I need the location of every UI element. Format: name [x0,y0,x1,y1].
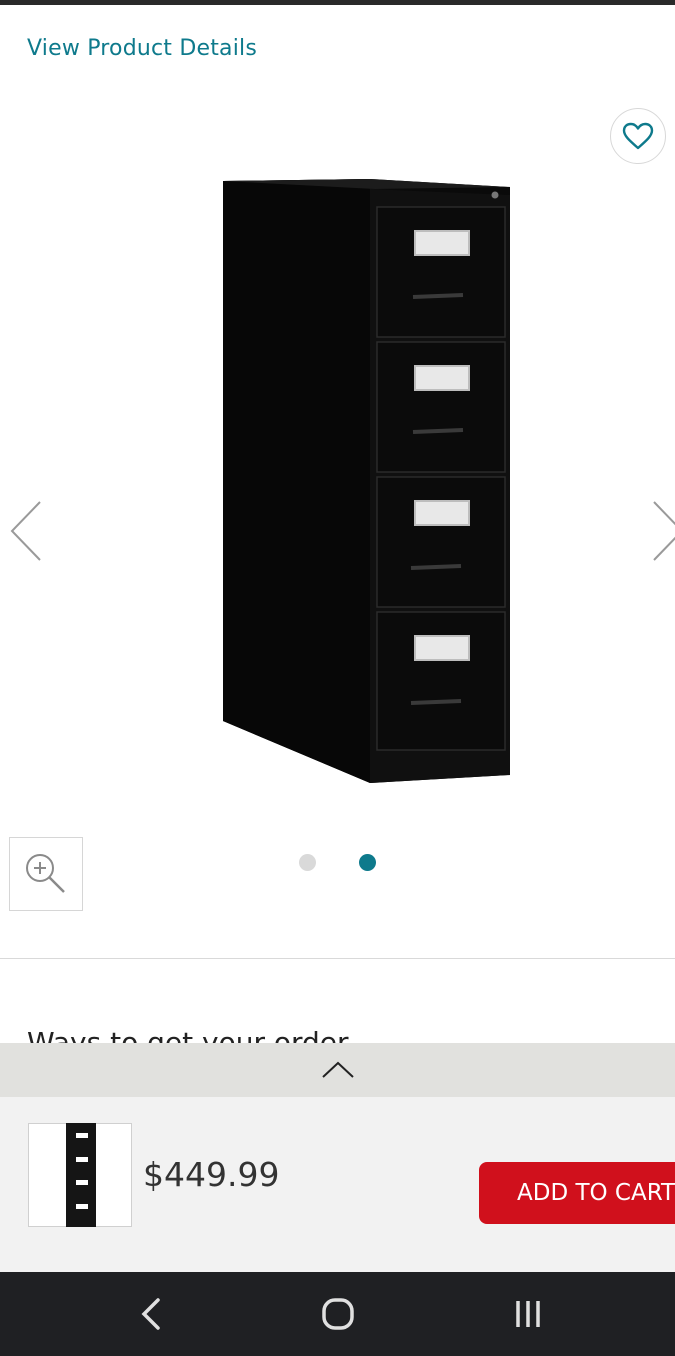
zoom-in-icon [26,854,65,893]
sticky-cart-panel: $449.99 ADD TO CART [0,1097,675,1272]
carousel-dot-2-active[interactable] [359,854,376,871]
carousel-dot-1[interactable] [299,854,316,871]
previous-image-button[interactable] [8,500,44,562]
recents-button[interactable] [508,1294,548,1334]
status-bar-edge [0,0,675,5]
back-icon [141,1298,160,1330]
product-thumbnail[interactable] [28,1123,132,1227]
favorite-button[interactable] [610,108,666,164]
back-button[interactable] [130,1294,170,1334]
home-icon [322,1298,354,1330]
filing-cabinet-thumbnail-image [66,1123,96,1227]
recents-icon [516,1301,540,1327]
chevron-left-icon [10,501,41,561]
product-price: $449.99 [143,1155,280,1194]
section-divider [0,958,675,959]
view-product-details-link[interactable]: View Product Details [27,36,257,61]
chevron-right-icon [653,501,675,561]
heart-icon [622,122,654,150]
home-button[interactable] [318,1294,358,1334]
add-to-cart-button[interactable]: ADD TO CART [479,1162,675,1224]
product-image-filing-cabinet[interactable] [215,175,515,787]
next-image-button[interactable] [650,500,675,562]
zoom-button[interactable] [9,837,83,911]
chevron-up-icon [321,1061,354,1078]
expand-cart-bar[interactable] [0,1043,675,1097]
system-navigation-bar [0,1272,675,1356]
